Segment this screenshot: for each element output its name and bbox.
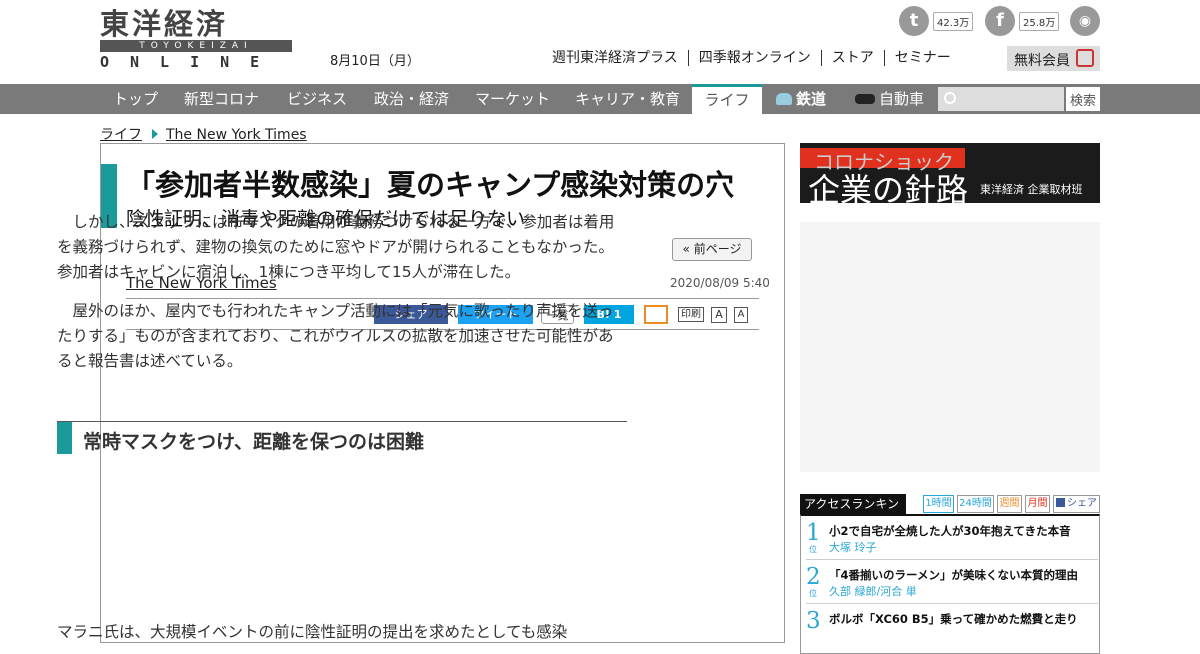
twitter-follow[interactable]: t 42.3万	[899, 6, 974, 36]
rank-suffix: 位	[809, 589, 817, 598]
top-links: 週刊東洋経済プラス 四季報オンライン ストア セミナー	[552, 50, 961, 66]
logo-romaji: TOYOKEIZAI	[139, 41, 253, 51]
nav-car[interactable]: 自動車	[855, 84, 924, 114]
font-small-label: A	[715, 308, 723, 321]
article-title: 「参加者半数感染」夏のキャンプ感染対策の穴	[126, 168, 735, 202]
ranking-tab-monthly[interactable]: 月間	[1025, 495, 1050, 513]
ranking-tab-24hours[interactable]: 24時間	[957, 495, 994, 513]
free-member-button[interactable]: 無料会員	[1007, 46, 1100, 71]
access-ranking: アクセスランキング 1時間 24時間 週間 月間 シェア 1位 小2で自宅が全焼…	[800, 494, 1100, 654]
search-icon	[944, 92, 956, 104]
rss-link[interactable]: ◉	[1070, 6, 1100, 36]
rank-number-value: 2	[806, 564, 821, 590]
section-heading-text: 常時マスクをつけ、距離を保つのは困難	[83, 431, 425, 453]
print-label: 印刷	[681, 309, 701, 320]
logo-text: 東洋経済	[100, 7, 229, 41]
current-date: 8月10日（月）	[330, 54, 420, 69]
top-link-store[interactable]: ストア	[820, 50, 884, 66]
article-body: しかし、スタッフには布マスクの着用が義務づけられる一方で、参加者は着用を義務づけ…	[57, 210, 627, 388]
ranking-item[interactable]: 3 ボルボ「XC60 B5」乗って確かめた燃費と走り	[806, 604, 1098, 648]
banner-line2: 企業の針路	[808, 171, 969, 203]
rank-author: 久部 緑郎/河合 単	[829, 585, 917, 598]
article-paragraph: マラニ氏は、大規模イベントの前に陰性証明の提出を求めたとしても感染	[57, 623, 568, 641]
rank-number: 2位	[806, 564, 821, 598]
rank-title: 小2で自宅が全焼した人が30年抱えてきた本音	[829, 524, 1071, 538]
font-large-label: A	[737, 309, 745, 320]
ranking-tab-1hour[interactable]: 1時間	[923, 495, 954, 513]
site-header: 東洋経済 TOYOKEIZAI ONLINE 8月10日（月） 週刊東洋経済プラ…	[0, 0, 1200, 84]
ranking-tab-share[interactable]: シェア	[1053, 495, 1100, 513]
gift-icon	[1076, 49, 1094, 67]
breadcrumb-source[interactable]: The New York Times	[166, 127, 307, 143]
nav-life[interactable]: ライフ	[692, 84, 762, 114]
twitter-icon: t	[899, 6, 929, 36]
facebook-icon	[1056, 498, 1065, 507]
rank-number: 3	[806, 608, 821, 634]
breadcrumb-arrow-icon	[152, 129, 158, 139]
ranking-list: 1位 小2で自宅が全焼した人が30年抱えてきた本音 大塚 玲子 2位 「4番揃い…	[800, 514, 1100, 654]
article-paragraph: しかし、スタッフには布マスクの着用が義務づけられる一方で、参加者は着用を義務づけ…	[57, 213, 615, 281]
top-link-seminar[interactable]: セミナー	[883, 50, 961, 66]
mail-icon[interactable]	[644, 305, 668, 324]
rank-number-value: 1	[806, 520, 821, 546]
article-paragraph: 屋外のほか、屋内でも行われたキャンプ活動には「元気に歌ったり声援を送ったりする」…	[57, 302, 614, 370]
nav-railway-label: 鉄道	[796, 90, 827, 108]
font-size-small-button[interactable]: A	[711, 307, 727, 323]
facebook-count: 25.8万	[1019, 11, 1060, 31]
top-link-weekly[interactable]: 週刊東洋経済プラス	[552, 50, 688, 66]
top-link-shikiho[interactable]: 四季報オンライン	[687, 50, 821, 66]
site-logo[interactable]: 東洋経済 TOYOKEIZAI ONLINE	[100, 8, 292, 70]
rank-title: 「4番揃いのラーメン」が美味くない本質的理由	[829, 568, 1079, 582]
breadcrumb-section[interactable]: ライフ	[100, 127, 142, 143]
publish-date: 2020/08/09 5:40	[670, 276, 770, 290]
rank-number: 1位	[806, 520, 821, 554]
logo-online: ONLINE	[100, 53, 281, 71]
ad-slot	[800, 222, 1100, 472]
search-button[interactable]: 検索	[1066, 87, 1100, 111]
nav-corona[interactable]: 新型コロナ	[184, 84, 259, 114]
search-input[interactable]	[938, 87, 1064, 111]
font-size-large-button[interactable]: A	[734, 307, 748, 323]
nav-market[interactable]: マーケット	[475, 84, 550, 114]
rank-suffix: 位	[809, 545, 817, 554]
corona-shock-banner[interactable]: コロナショック 企業の針路 東洋経済 企業取材班	[800, 143, 1100, 203]
breadcrumb: ライフ The New York Times	[100, 124, 307, 144]
nav-business[interactable]: ビジネス	[287, 84, 347, 114]
nav-car-label: 自動車	[879, 90, 925, 108]
facebook-follow[interactable]: f 25.8万	[985, 6, 1060, 36]
ranking-item[interactable]: 1位 小2で自宅が全焼した人が30年抱えてきた本音 大塚 玲子	[806, 516, 1098, 560]
train-icon	[776, 93, 792, 105]
section-heading: 常時マスクをつけ、距離を保つのは困難	[57, 421, 627, 456]
print-button[interactable]: 印刷	[678, 307, 704, 322]
rank-title: ボルボ「XC60 B5」乗って確かめた燃費と走り	[829, 612, 1078, 626]
nav-career[interactable]: キャリア・教育	[575, 84, 680, 114]
section-heading-bar	[57, 422, 72, 454]
ranking-item[interactable]: 2位 「4番揃いのラーメン」が美味くない本質的理由 久部 緑郎/河合 単	[806, 560, 1098, 604]
ranking-heading: アクセスランキング	[800, 494, 906, 531]
ranking-tab-weekly[interactable]: 週間	[997, 495, 1022, 513]
nav-top[interactable]: トップ	[113, 84, 158, 114]
nav-politics[interactable]: 政治・経済	[374, 84, 449, 114]
facebook-icon: f	[985, 6, 1015, 36]
rank-number-value: 3	[806, 608, 821, 634]
twitter-count: 42.3万	[933, 11, 974, 31]
rank-author: 大塚 玲子	[829, 541, 877, 554]
nav-railway[interactable]: 鉄道	[776, 84, 826, 114]
car-icon	[855, 94, 875, 104]
free-member-label: 無料会員	[1014, 53, 1070, 69]
banner-line3: 東洋経済 企業取材班	[980, 183, 1083, 196]
ranking-tab-share-label: シェア	[1067, 498, 1097, 509]
prev-page-button[interactable]: « 前ページ	[672, 238, 752, 261]
rss-icon: ◉	[1070, 6, 1100, 36]
